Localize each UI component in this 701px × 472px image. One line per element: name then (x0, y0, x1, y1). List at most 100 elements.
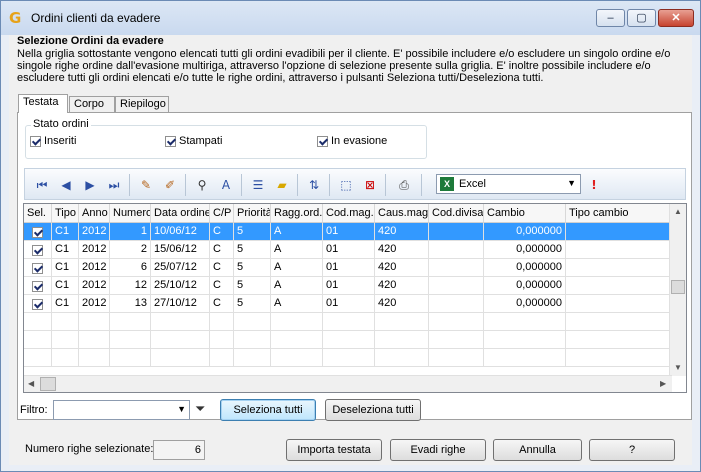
column-header-sel[interactable]: Sel. (24, 204, 52, 222)
row-select-checkbox[interactable] (32, 262, 43, 274)
cell-numero: 6 (110, 259, 151, 276)
column-header-cod-mag[interactable]: Cod.mag. (323, 204, 375, 222)
checkbox-stampati-box[interactable] (165, 135, 176, 147)
cell-sel[interactable] (24, 277, 52, 294)
scroll-down-icon[interactable]: ▼ (674, 363, 682, 372)
column-header-ragg-ord[interactable]: Ragg.ord. (271, 204, 323, 222)
column-header-cambio[interactable]: Cambio (484, 204, 566, 222)
help-button[interactable]: ? (589, 439, 675, 461)
first-icon[interactable]: ⏮ (33, 176, 51, 194)
cell-sel[interactable] (24, 241, 52, 258)
column-header-priorita[interactable]: Priorità (234, 204, 271, 222)
maximize-button[interactable]: ▢ (627, 9, 656, 27)
empty-cell (24, 313, 52, 330)
empty-row (24, 331, 674, 349)
select-area-icon[interactable]: ⬚ (337, 176, 355, 194)
edit-icon[interactable]: ✎ (137, 176, 155, 194)
print-icon[interactable]: ⎙ (395, 176, 413, 194)
table-row[interactable]: C1 2012 6 25/07/12 C 5 A 01 420 0,000000 (24, 259, 674, 277)
horizontal-scroll-thumb[interactable] (40, 377, 56, 391)
toolbar-separator (129, 174, 130, 196)
scroll-right-icon[interactable]: ▶ (660, 379, 666, 388)
column-header-cod-divisa[interactable]: Cod.divisa (429, 204, 484, 222)
column-header-data-ordine[interactable]: Data ordine (151, 204, 210, 222)
export-format-select[interactable]: X Excel ▼ (436, 174, 581, 194)
filter-select[interactable]: ▼ (53, 400, 190, 420)
column-header-tipo-cambio[interactable]: Tipo cambio (566, 204, 674, 222)
minimize-button[interactable]: – (596, 9, 625, 27)
tab-riepilogo[interactable]: Riepilogo (115, 96, 169, 112)
checkbox-stampati[interactable]: Stampati (165, 135, 222, 149)
checkbox-inseriti[interactable]: Inseriti (30, 135, 76, 149)
find-next-icon[interactable]: A (217, 176, 235, 194)
grid-header: Sel. Tipo Anno Numero Data ordine C/P Pr… (24, 204, 674, 223)
checkbox-inseriti-label: Inseriti (44, 135, 77, 148)
cell-sel[interactable] (24, 295, 52, 312)
vertical-scroll-thumb[interactable] (671, 280, 685, 294)
scroll-up-icon[interactable]: ▲ (674, 207, 682, 216)
cell-tipocambio (566, 241, 674, 258)
filter-funnel-icon[interactable]: ⏷ (195, 402, 205, 417)
title-bar[interactable]: G Ordini clienti da evadere – ▢ ✕ (1, 1, 700, 35)
prev-icon[interactable]: ◀ (57, 176, 75, 194)
empty-cell (24, 349, 52, 366)
column-header-caus-mag[interactable]: Caus.mag. (375, 204, 429, 222)
next-icon[interactable]: ▶ (81, 176, 99, 194)
deselect-all-button[interactable]: Deseleziona tutti (325, 399, 421, 421)
table-row[interactable]: C1 2012 13 27/10/12 C 5 A 01 420 0,000000 (24, 295, 674, 313)
cell-sel[interactable] (24, 259, 52, 276)
column-header-numero[interactable]: Numero (110, 204, 151, 222)
find-icon[interactable]: ⚲ (193, 176, 211, 194)
tab-corpo[interactable]: Corpo (69, 96, 115, 112)
tab-panel-testata: Stato ordini Inseriti Stampati In evasio… (17, 112, 692, 420)
column-header-cp[interactable]: C/P (210, 204, 234, 222)
cell-sel[interactable] (24, 223, 52, 240)
cell-ragg: A (271, 259, 323, 276)
page-title: Selezione Ordini da evadere (17, 35, 164, 47)
note-icon[interactable]: ▰ (273, 176, 291, 194)
row-select-checkbox[interactable] (32, 226, 43, 238)
deselect-area-icon[interactable]: ⊠ (361, 176, 379, 194)
column-header-anno[interactable]: Anno (79, 204, 110, 222)
horizontal-scrollbar[interactable]: ◀ ▶ (24, 375, 672, 392)
cell-tipocambio (566, 223, 674, 240)
list-icon[interactable]: ☰ (249, 176, 267, 194)
cell-coddivisa (429, 241, 484, 258)
checkbox-in-evasione[interactable]: In evasione (317, 135, 387, 149)
table-row[interactable]: C1 2012 1 10/06/12 C 5 A 01 420 0,000000 (24, 223, 674, 241)
filter-label: Filtro: (20, 404, 48, 416)
fulfill-rows-button[interactable]: Evadi righe (390, 439, 486, 461)
row-select-checkbox[interactable] (32, 244, 43, 256)
import-header-button[interactable]: Importa testata (286, 439, 382, 461)
close-button[interactable]: ✕ (658, 9, 694, 27)
scroll-left-icon[interactable]: ◀ (28, 379, 34, 388)
checkbox-inseriti-box[interactable] (30, 135, 41, 147)
row-select-checkbox[interactable] (32, 298, 43, 310)
empty-cell (271, 331, 323, 348)
cell-coddivisa (429, 277, 484, 294)
table-row[interactable]: C1 2012 2 15/06/12 C 5 A 01 420 0,000000 (24, 241, 674, 259)
alert-icon[interactable]: ! (585, 176, 603, 194)
cell-numero: 2 (110, 241, 151, 258)
table-row[interactable]: C1 2012 12 25/10/12 C 5 A 01 420 0,000000 (24, 277, 674, 295)
sort-icon[interactable]: ⇅ (305, 176, 323, 194)
cell-causmag: 420 (375, 277, 429, 294)
checkbox-stampati-label: Stampati (179, 135, 223, 148)
tab-testata[interactable]: Testata (18, 94, 68, 113)
select-all-button[interactable]: Seleziona tutti (220, 399, 316, 421)
empty-cell (429, 313, 484, 330)
empty-cell (323, 331, 375, 348)
cell-coddivisa (429, 223, 484, 240)
checkbox-in-evasione-box[interactable] (317, 135, 328, 147)
selected-rows-label: Numero righe selezionate: (25, 443, 154, 455)
cell-anno: 2012 (79, 295, 110, 312)
cancel-button[interactable]: Annulla (493, 439, 582, 461)
orders-grid[interactable]: Sel. Tipo Anno Numero Data ordine C/P Pr… (23, 203, 687, 393)
column-header-tipo[interactable]: Tipo (52, 204, 79, 222)
cell-cp: C (210, 241, 234, 258)
cell-cambio: 0,000000 (484, 295, 566, 312)
row-select-checkbox[interactable] (32, 280, 43, 292)
vertical-scrollbar[interactable]: ▲ ▼ (669, 204, 686, 376)
last-icon[interactable]: ⏭ (105, 176, 123, 194)
edit-all-icon[interactable]: ✐ (161, 176, 179, 194)
